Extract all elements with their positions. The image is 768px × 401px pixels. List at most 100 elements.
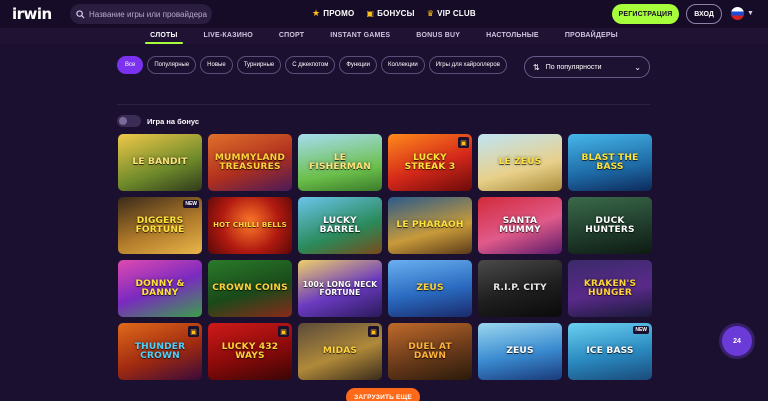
game-tile[interactable]: DUCK HUNTERS [568, 197, 652, 254]
game-title: SANTA MUMMY [499, 215, 541, 235]
toggle-knob [119, 117, 127, 125]
chevron-down-icon: ⌄ [634, 62, 641, 72]
top-header: irwin ★ ПРОМО ▣ БОНУСЫ ♛ VIP CLUB РЕГИСТ… [0, 0, 768, 28]
tab-table-games[interactable]: НАСТОЛЬНЫЕ [473, 28, 552, 44]
load-more-button[interactable]: ЗАГРУЗИТЬ ЕЩЕ [346, 388, 420, 401]
chip-jackpot[interactable]: С джекпотом [285, 56, 336, 74]
gift-icon: ▣ [368, 326, 379, 337]
game-tile[interactable]: LE ZEUS [478, 134, 562, 191]
search-bar[interactable] [70, 4, 212, 24]
game-tile[interactable]: ZEUS [478, 323, 562, 380]
chip-collections[interactable]: Коллекции [380, 56, 425, 74]
tab-instant-games[interactable]: INSTANT GAMES [317, 28, 403, 44]
game-title: CROWN COINS [212, 283, 288, 293]
tab-providers[interactable]: ПРОВАЙДЕРЫ [552, 28, 631, 44]
toggle-switch[interactable] [117, 115, 141, 127]
language-selector[interactable]: ▼ [731, 7, 754, 20]
game-title: LUCKY 432 WAYS [221, 341, 279, 361]
chip-new[interactable]: Новые [200, 56, 233, 74]
game-tile[interactable]: ZEUS [388, 260, 472, 317]
game-title: LE BANDIT [132, 157, 188, 167]
game-title: LE ZEUS [498, 157, 542, 167]
game-tile[interactable]: LE PHARAOH [388, 197, 472, 254]
chip-features[interactable]: Функции [339, 56, 377, 74]
bonuses-label: БОНУСЫ [377, 9, 415, 18]
game-tile[interactable]: LUCKY 432 WAYS ▣ [208, 323, 292, 380]
game-title: LUCKY BARREL [319, 215, 361, 235]
vip-club-label: VIP CLUB [437, 9, 476, 18]
tab-live-casino[interactable]: LIVE-КАЗИНО [191, 28, 266, 44]
chip-popular[interactable]: Популярные [147, 56, 197, 74]
game-title: DUEL AT DAWN [408, 341, 452, 361]
gift-icon: ▣ [278, 326, 289, 337]
games-grid: LE BANDIT MUMMYLAND TREASURES LE FISHERM… [118, 134, 652, 380]
new-badge: NEW [633, 326, 649, 334]
irwin-logo[interactable]: irwin [12, 5, 52, 23]
gift-icon: ▣ [458, 137, 469, 148]
game-title: BLAST THE BASS [581, 152, 639, 172]
game-title: ZEUS [506, 346, 534, 356]
chip-tournament[interactable]: Турнирные [236, 56, 282, 74]
chip-high-rollers[interactable]: Игры для хайроллеров [428, 56, 507, 74]
divider [117, 104, 650, 105]
game-tile[interactable]: DIGGERS FORTUNE NEW [118, 197, 202, 254]
support-chat-button[interactable]: 24 [722, 326, 752, 356]
chip-all[interactable]: Все [117, 56, 144, 74]
game-title: LE PHARAOH [396, 220, 464, 230]
tab-sport[interactable]: СПОРТ [266, 28, 317, 44]
promo-link[interactable]: ★ ПРОМО [312, 8, 354, 19]
filter-chips: Все Популярные Новые Турнирные С джекпот… [117, 56, 517, 74]
sort-label: По популярности [545, 63, 602, 71]
crown-icon: ♛ [426, 9, 435, 18]
game-title: DONNY & DANNY [135, 278, 185, 298]
game-title: ICE BASS [586, 346, 634, 356]
game-tile[interactable]: R.I.P. CITY [478, 260, 562, 317]
game-title: ZEUS [416, 283, 444, 293]
game-tile[interactable]: DONNY & DANNY [118, 260, 202, 317]
vip-club-link[interactable]: ♛ VIP CLUB [427, 8, 476, 19]
sort-icon: ⇅ [533, 62, 540, 72]
game-tile[interactable]: THUNDER CROWN ▣ [118, 323, 202, 380]
game-tile[interactable]: 100x LONG NECK FORTUNE [298, 260, 382, 317]
game-tile[interactable]: HOT CHILLI BELLS [208, 197, 292, 254]
gift-icon: ▣ [188, 326, 199, 337]
bonus-game-toggle[interactable]: Игра на бонус [117, 115, 199, 127]
search-input[interactable] [89, 9, 207, 19]
register-button[interactable]: РЕГИСТРАЦИЯ [612, 4, 679, 24]
promo-label: ПРОМО [323, 9, 355, 18]
game-tile[interactable]: MUMMYLAND TREASURES [208, 134, 292, 191]
game-tile[interactable]: SANTA MUMMY [478, 197, 562, 254]
game-tile[interactable]: DUEL AT DAWN [388, 323, 472, 380]
game-tile[interactable]: LUCKY STREAK 3 ▣ [388, 134, 472, 191]
game-tile[interactable]: CROWN COINS [208, 260, 292, 317]
sort-dropdown[interactable]: ⇅ По популярности ⌄ [524, 56, 650, 78]
game-tile[interactable]: ICE BASS NEW [568, 323, 652, 380]
tab-bonus-buy[interactable]: BONUS BUY [403, 28, 473, 44]
russia-flag-icon [731, 7, 744, 20]
game-title: DUCK HUNTERS [585, 215, 635, 235]
game-tile[interactable]: LUCKY BARREL [298, 197, 382, 254]
login-button[interactable]: ВХОД [686, 4, 722, 24]
game-tile[interactable]: LE FISHERMAN [298, 134, 382, 191]
game-tile[interactable]: KRAKEN'S HUNGER [568, 260, 652, 317]
game-tile[interactable]: BLAST THE BASS [568, 134, 652, 191]
game-tile[interactable]: LE BANDIT [118, 134, 202, 191]
bonuses-link[interactable]: ▣ БОНУСЫ [366, 8, 414, 19]
game-title: R.I.P. CITY [493, 283, 547, 293]
game-title: LUCKY STREAK 3 [404, 152, 456, 172]
gift-icon: ▣ [366, 9, 375, 18]
category-nav: СЛОТЫ LIVE-КАЗИНО СПОРТ INSTANT GAMES BO… [0, 28, 768, 44]
new-badge: NEW [183, 200, 199, 208]
tab-slots[interactable]: СЛОТЫ [137, 28, 190, 44]
support-24-label: 24 [733, 337, 741, 345]
search-icon [76, 9, 85, 19]
chevron-down-icon: ▼ [747, 10, 754, 17]
game-tile[interactable]: MIDAS ▣ [298, 323, 382, 380]
game-title: MIDAS [322, 346, 358, 356]
bonus-toggle-label: Игра на бонус [147, 116, 200, 126]
top-links: ★ ПРОМО ▣ БОНУСЫ ♛ VIP CLUB [312, 8, 476, 19]
game-title: KRAKEN'S HUNGER [583, 278, 637, 298]
game-title: 100x LONG NECK FORTUNE [302, 280, 378, 297]
game-title: MUMMYLAND TREASURES [214, 152, 286, 172]
game-title: HOT CHILLI BELLS [213, 221, 287, 229]
